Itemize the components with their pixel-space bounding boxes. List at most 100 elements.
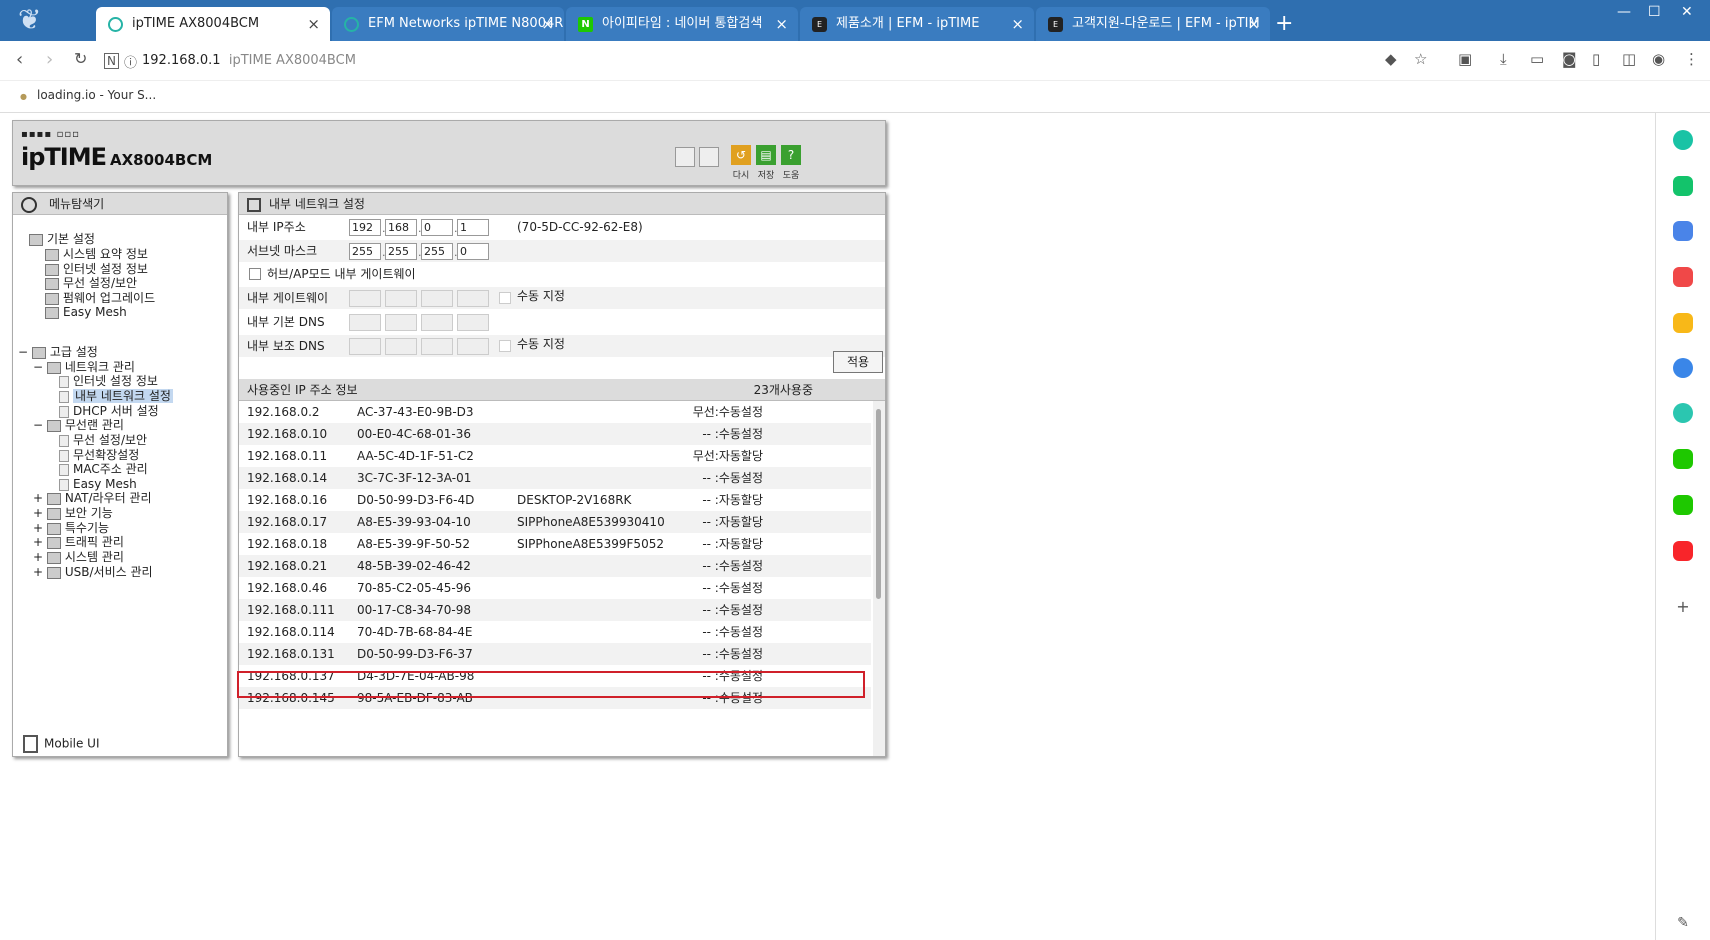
- url-field[interactable]: 192.168.0.1 ipTIME AX8004BCM: [142, 53, 356, 68]
- dns2-octet-2[interactable]: [385, 338, 417, 355]
- tab-iptime-ax8004bcm[interactable]: ipTIME AX8004BCM ×: [96, 7, 330, 41]
- tree-wireless-mgmt[interactable]: − 무선랜 관리: [33, 418, 124, 433]
- tree-item[interactable]: 인터넷 설정 정보: [45, 262, 148, 277]
- window-close-icon[interactable]: ✕: [1681, 4, 1693, 20]
- tree-security[interactable]: + 보안 기능: [33, 506, 113, 521]
- ip-list-scrollbar[interactable]: [873, 401, 885, 756]
- mask-octet-4[interactable]: 0: [457, 243, 489, 260]
- menu-icon[interactable]: ⋮: [1684, 50, 1699, 68]
- close-icon[interactable]: ×: [307, 7, 320, 41]
- gateway-octet-2[interactable]: [385, 290, 417, 307]
- tree-item[interactable]: Easy Mesh: [59, 477, 137, 492]
- gateway-octet-1[interactable]: [349, 290, 381, 307]
- ip-octet-2[interactable]: 168: [385, 219, 417, 236]
- info-icon[interactable]: ⓘ: [124, 52, 137, 71]
- apply-button[interactable]: 적용: [833, 351, 883, 373]
- dns-manual-checkbox[interactable]: [499, 340, 511, 352]
- favorite-icon[interactable]: [1673, 313, 1693, 333]
- video-icon[interactable]: ▭: [1530, 50, 1544, 68]
- tree-advanced-settings[interactable]: − 고급 설정: [18, 345, 98, 360]
- back-icon[interactable]: ‹: [16, 49, 23, 70]
- camera-icon[interactable]: ◙: [1562, 50, 1577, 68]
- mobile-ui-link[interactable]: Mobile UI: [23, 735, 100, 753]
- minimize-icon[interactable]: —: [1617, 4, 1631, 20]
- close-icon[interactable]: ×: [541, 7, 554, 41]
- edge-icon[interactable]: [1673, 358, 1693, 378]
- play-icon[interactable]: [1673, 403, 1693, 423]
- extension-icon[interactable]: ▣: [1458, 50, 1472, 68]
- calendar-icon[interactable]: [1673, 495, 1693, 515]
- tree-item-internal-network[interactable]: 내부 네트워크 설정: [59, 389, 173, 404]
- mask-octet-3[interactable]: 255: [421, 243, 453, 260]
- tree-basic-settings[interactable]: 기본 설정: [29, 232, 95, 247]
- profile-icon[interactable]: ◉: [1652, 50, 1665, 68]
- reload-icon[interactable]: ↻: [74, 49, 87, 68]
- tree-item[interactable]: DHCP 서버 설정: [59, 404, 159, 419]
- tree-item[interactable]: MAC주소 관리: [59, 462, 148, 477]
- dns1-octet-4[interactable]: [457, 314, 489, 331]
- ip-octet-3[interactable]: 0: [421, 219, 453, 236]
- sidebar-icon[interactable]: ◫: [1622, 50, 1636, 68]
- save-button[interactable]: ▤: [756, 145, 776, 165]
- new-tab-button[interactable]: +: [1275, 7, 1293, 41]
- pin-icon[interactable]: ✎: [1673, 913, 1693, 933]
- gateway-manual-checkbox[interactable]: [499, 292, 511, 304]
- home-button[interactable]: [675, 147, 695, 167]
- close-icon[interactable]: ×: [1247, 7, 1260, 41]
- scrollbar-thumb[interactable]: [876, 409, 881, 599]
- mask-octet-2[interactable]: 255: [385, 243, 417, 260]
- dns1-octet-3[interactable]: [421, 314, 453, 331]
- hub-mode-checkbox[interactable]: [249, 268, 261, 280]
- tree-item[interactable]: 시스템 요약 정보: [45, 247, 148, 262]
- dns2-octet-3[interactable]: [421, 338, 453, 355]
- dns2-octet-4[interactable]: [457, 338, 489, 355]
- pocket-icon[interactable]: [1673, 267, 1693, 287]
- logout-button[interactable]: [699, 147, 719, 167]
- tree-item[interactable]: 인터넷 설정 정보: [59, 374, 158, 389]
- ip-octet-4[interactable]: 1: [457, 219, 489, 236]
- bookmark-loading-io[interactable]: loading.io - Your S...: [20, 88, 156, 102]
- app-icon[interactable]: [1673, 130, 1693, 150]
- close-icon[interactable]: ×: [1011, 7, 1024, 41]
- add-icon[interactable]: +: [1673, 597, 1693, 617]
- tree-nat-router[interactable]: + NAT/라우터 관리: [33, 491, 152, 506]
- bell-icon[interactable]: [1673, 176, 1693, 196]
- tab-efm-products[interactable]: E 제품소개 | EFM - ipTIME ×: [800, 7, 1034, 41]
- bag-icon[interactable]: [1673, 221, 1693, 241]
- tree-item[interactable]: 무선 설정/보안: [45, 276, 137, 291]
- dns1-octet-1[interactable]: [349, 314, 381, 331]
- naver-home-icon[interactable]: N: [104, 53, 119, 69]
- tree-item[interactable]: 무선 설정/보안: [59, 433, 147, 448]
- tab-strip: ❦ ipTIME AX8004BCM × EFM Networks ipTIME…: [0, 0, 1710, 41]
- mask-octet-1[interactable]: 255: [349, 243, 381, 260]
- wifi-icon: [45, 277, 59, 290]
- tab-naver-search[interactable]: N 아이피타임 : 네이버 통합검색 ×: [566, 7, 798, 41]
- forward-icon[interactable]: ›: [46, 49, 53, 70]
- gateway-octet-4[interactable]: [457, 290, 489, 307]
- close-icon[interactable]: ×: [775, 7, 788, 41]
- maximize-icon[interactable]: ☐: [1648, 4, 1661, 20]
- ip-octet-1[interactable]: 192: [349, 219, 381, 236]
- dns1-octet-2[interactable]: [385, 314, 417, 331]
- star-icon[interactable]: ☆: [1414, 50, 1427, 68]
- tree-item[interactable]: 펌웨어 업그레이드: [45, 291, 155, 306]
- shield-icon[interactable]: ◆: [1385, 50, 1397, 68]
- download-icon[interactable]: ⤓: [1500, 50, 1507, 68]
- refresh-button[interactable]: ↺: [731, 145, 751, 165]
- now-icon[interactable]: [1673, 541, 1693, 561]
- tree-network-mgmt[interactable]: − 네트워크 관리: [33, 360, 135, 375]
- help-button[interactable]: ?: [781, 145, 801, 165]
- webtoon-icon[interactable]: [1673, 449, 1693, 469]
- tree-usb[interactable]: + USB/서비스 관리: [33, 565, 153, 580]
- mac-cell: A8-E5-39-9F-50-52: [357, 537, 471, 551]
- tab-efm-download[interactable]: E 고객지원-다운로드 | EFM - ipTIM ×: [1036, 7, 1270, 41]
- tree-special[interactable]: + 특수기능: [33, 521, 109, 536]
- tab-efm-n8004r[interactable]: EFM Networks ipTIME N8004R ×: [332, 7, 564, 41]
- tree-traffic[interactable]: + 트래픽 관리: [33, 535, 124, 550]
- tree-item[interactable]: 무선확장설정: [59, 448, 139, 463]
- tree-item[interactable]: Easy Mesh: [45, 305, 127, 320]
- reader-icon[interactable]: ▯: [1592, 50, 1600, 68]
- dns2-octet-1[interactable]: [349, 338, 381, 355]
- gateway-octet-3[interactable]: [421, 290, 453, 307]
- tree-system[interactable]: + 시스템 관리: [33, 550, 124, 565]
